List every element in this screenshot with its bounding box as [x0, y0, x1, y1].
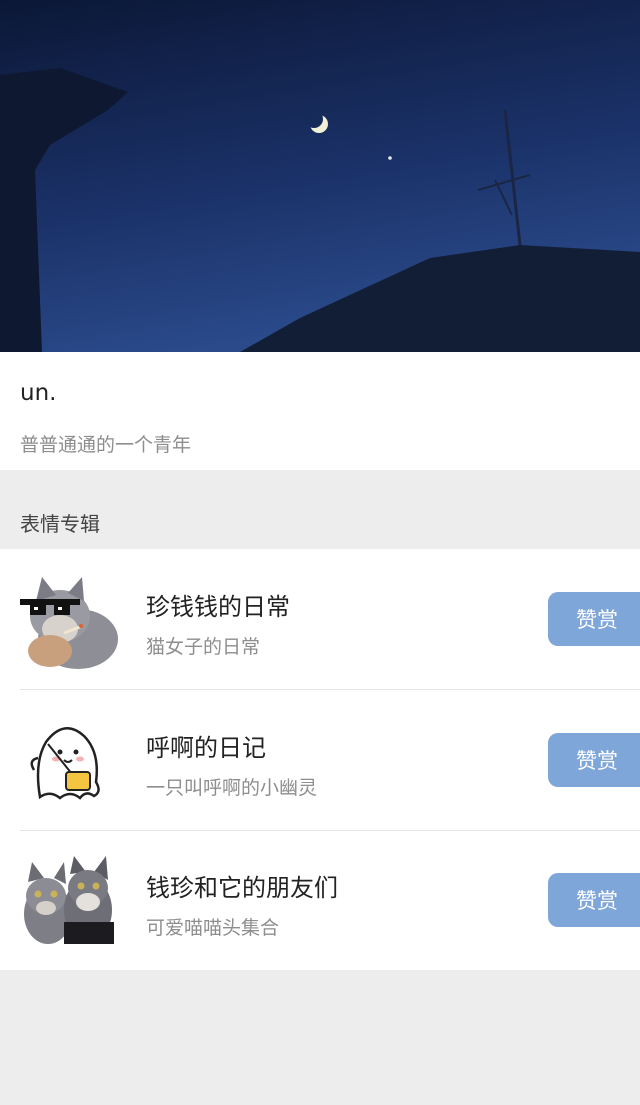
two-cats-sticker-icon [20, 852, 120, 952]
sunglasses-cat-sticker-icon [20, 571, 120, 671]
album-title: 钱珍和它的朋友们 [146, 874, 338, 902]
reward-button[interactable]: 赞赏 [548, 592, 640, 646]
profile-name: un. [20, 380, 57, 406]
list-item[interactable]: 呼啊的日记 一只叫呼啊的小幽灵 赞赏 [0, 690, 640, 830]
album-subtitle: 可爱喵喵头集合 [146, 917, 280, 939]
cover-photo [0, 0, 640, 352]
ghost-sticker-icon [20, 712, 120, 812]
section-title: 表情专辑 [20, 512, 100, 536]
profile-page: un. 普普通通的一个青年 表情专辑 珍钱钱的日常 猫女子的日常 赞赏 呼啊的日… [0, 0, 640, 1105]
reward-button[interactable]: 赞赏 [548, 873, 640, 927]
album-title: 呼啊的日记 [146, 734, 266, 762]
album-subtitle: 一只叫呼啊的小幽灵 [146, 777, 318, 799]
album-subtitle: 猫女子的日常 [146, 636, 261, 658]
list-item[interactable]: 钱珍和它的朋友们 可爱喵喵头集合 赞赏 [0, 830, 640, 970]
list-item[interactable]: 珍钱钱的日常 猫女子的日常 赞赏 [0, 549, 640, 689]
sticker-album-list: 珍钱钱的日常 猫女子的日常 赞赏 呼啊的日记 一只叫呼啊的小幽灵 赞赏 钱珍和它… [0, 549, 640, 970]
album-title: 珍钱钱的日常 [146, 593, 290, 621]
profile-card: un. 普普通通的一个青年 [0, 352, 640, 470]
reward-button[interactable]: 赞赏 [548, 733, 640, 787]
profile-bio: 普普通通的一个青年 [20, 434, 192, 456]
night-sky-image [0, 0, 640, 352]
